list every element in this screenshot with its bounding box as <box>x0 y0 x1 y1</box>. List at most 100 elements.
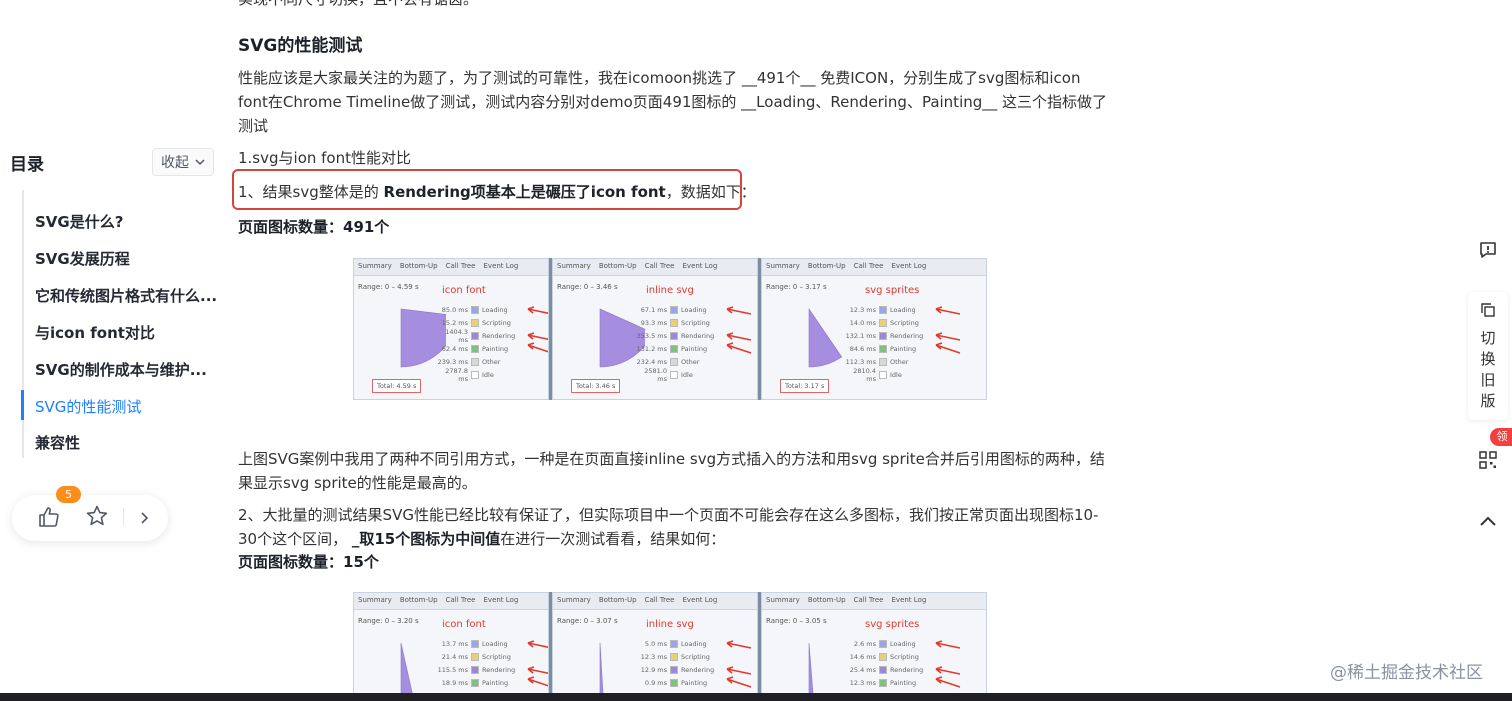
qrcode-icon[interactable] <box>1468 446 1508 474</box>
legend-swatch <box>670 639 678 648</box>
legend-value: 14.0 ms <box>849 318 876 327</box>
toc-item-performance[interactable]: SVG的性能测试 <box>35 396 141 417</box>
timeline-tabs: Summary Bottom-Up Call Tree Event Log <box>762 593 986 610</box>
intro-paragraph: 性能应该是大家最关注的为题了，为了测试的可靠性，我在icomoon挑选了 __4… <box>238 69 1108 135</box>
legend-row: 132.1 ms Rendering <box>842 329 923 342</box>
timeline-panel-title: icon font <box>442 285 486 296</box>
timeline-panel: Summary Bottom-Up Call Tree Event Log Range:… <box>552 258 758 400</box>
pie-wedge-slice <box>400 642 415 700</box>
timeline-panel-title: svg sprites <box>865 285 920 296</box>
pie-wedge-slice <box>808 308 843 368</box>
annotation-arrows <box>726 640 752 688</box>
legend-name: Rendering <box>890 665 924 674</box>
legend-row: 18.9 ms Painting <box>434 676 515 689</box>
toc-item-vs-icon-font[interactable]: 与icon font对比 <box>35 322 155 343</box>
cut-off-paragraph: 实现不同尺寸切换，且不会有锯齿。 <box>238 0 1110 11</box>
timeline-screenshot-491: Summary Bottom-Up Call Tree Event Log Range:… <box>353 258 991 400</box>
legend-swatch <box>879 344 887 353</box>
legend-row: 85.0 ms Loading <box>434 303 515 316</box>
pie-wedge-slice <box>808 642 814 700</box>
timeline-tab: Event Log <box>483 262 519 270</box>
legend-value: 25.4 ms <box>849 665 876 674</box>
legend-name: Scripting <box>681 652 710 661</box>
annotation-arrows <box>935 306 961 354</box>
legend-value: 62.4 ms <box>441 344 468 353</box>
timeline-total: Total: 3.46 s <box>571 379 621 393</box>
legend-value: 12.3 ms <box>849 305 876 314</box>
timeline-total: Total: 3.17 s <box>780 379 830 393</box>
annotation-arrow <box>935 676 961 688</box>
timeline-legend: 2.6 ms Loading 14.6 ms Scripting 25.4 ms Rend… <box>842 637 923 689</box>
legend-name: Loading <box>681 639 707 648</box>
annotation-arrow <box>935 640 961 649</box>
timeline-tab: Bottom-Up <box>807 596 846 604</box>
legend-swatch <box>670 318 678 327</box>
legend-row: 1404.3 ms Rendering <box>434 328 515 344</box>
timeline-tab: Call Tree <box>644 596 675 604</box>
toc-collapse-button[interactable]: 收起 <box>152 148 214 176</box>
annotation-arrow <box>935 306 961 315</box>
timeline-tab: Call Tree <box>445 262 476 270</box>
legend-name: Painting <box>681 678 708 687</box>
legend-row: 5.0 ms Loading <box>633 637 714 650</box>
legend-swatch <box>471 357 479 366</box>
icon-count-491: 页面图标数量：491个 <box>238 218 390 236</box>
timeline-tab: Bottom-Up <box>598 262 637 270</box>
legend-name: Loading <box>482 305 508 314</box>
legend-row: 12.3 ms Painting <box>842 676 923 689</box>
back-to-top-icon[interactable] <box>1468 505 1508 537</box>
timeline-legend: 67.1 ms Loading 93.3 ms Scripting 353.5 ms Re… <box>633 303 714 383</box>
legend-row: 131.2 ms Painting <box>633 342 714 355</box>
like-icon[interactable] <box>37 505 61 533</box>
timeline-tab: Call Tree <box>644 262 675 270</box>
feedback-icon[interactable] <box>1468 232 1508 268</box>
paragraph-batch-test: 2、大批量的测试结果SVG性能已经比较有保证了，但实际项目中一个页面不可能会存在… <box>238 503 1110 551</box>
toc-item-cost-maintenance[interactable]: SVG的制作成本与维护... <box>35 359 207 380</box>
action-divider <box>123 508 124 526</box>
coupon-badge[interactable]: 领 <box>1490 428 1512 446</box>
legend-row: 67.1 ms Loading <box>633 303 714 316</box>
annotation-arrow <box>726 676 752 688</box>
annotation-arrow <box>935 342 961 354</box>
timeline-panel: Summary Bottom-Up Call Tree Event Log Range:… <box>353 592 549 700</box>
toc-item-what-is-svg[interactable]: SVG是什么? <box>35 211 123 232</box>
like-count-badge: 5 <box>56 486 81 503</box>
timeline-tab: Bottom-Up <box>807 262 846 270</box>
legend-name: Scripting <box>482 318 511 327</box>
timeline-tab: Bottom-Up <box>399 262 438 270</box>
star-icon[interactable] <box>85 504 109 532</box>
toc-item-vs-traditional[interactable]: 它和传统图片格式有什么... <box>35 285 217 306</box>
legend-value: 14.6 ms <box>849 652 876 661</box>
annotation-arrows <box>527 640 548 687</box>
switch-old-version-button[interactable]: 切换旧版 <box>1468 292 1508 420</box>
legend-name: Loading <box>890 305 916 314</box>
annotation-arrows <box>935 640 961 688</box>
legend-swatch <box>471 639 479 648</box>
annotation-arrow <box>527 332 548 340</box>
timeline-tab: Bottom-Up <box>399 596 438 604</box>
timeline-legend: 12.3 ms Loading 14.0 ms Scripting 132.1 ms Re… <box>842 303 923 383</box>
legend-swatch <box>670 678 678 687</box>
toc-collapse-label: 收起 <box>161 155 189 171</box>
legend-swatch <box>471 678 479 687</box>
chevron-right-icon[interactable] <box>139 510 151 529</box>
toc-item-compatibility[interactable]: 兼容性 <box>35 432 80 453</box>
subheading-comparison: 1.svg与ion font性能对比 <box>238 149 411 167</box>
legend-row: 62.4 ms Painting <box>434 342 515 355</box>
legend-swatch <box>670 665 678 674</box>
legend-row: 14.0 ms Scripting <box>842 316 923 329</box>
timeline-tab: Summary <box>557 262 591 270</box>
legend-row: 353.5 ms Rendering <box>633 329 714 342</box>
legend-swatch <box>670 305 678 314</box>
legend-row: 12.9 ms Rendering <box>633 663 714 676</box>
annotation-arrow <box>527 666 548 674</box>
timeline-range: Range: 0 – 3.07 s <box>557 617 618 625</box>
toc-title: 目录 <box>10 155 44 175</box>
toc-item-svg-history[interactable]: SVG发展历程 <box>35 248 130 269</box>
timeline-tab: Event Log <box>682 596 718 604</box>
legend-value: 2581.0 ms <box>644 366 667 383</box>
timeline-tab: Call Tree <box>853 596 884 604</box>
timeline-tab: Call Tree <box>853 262 884 270</box>
bottom-bar <box>0 693 1512 701</box>
legend-name: Painting <box>890 678 917 687</box>
